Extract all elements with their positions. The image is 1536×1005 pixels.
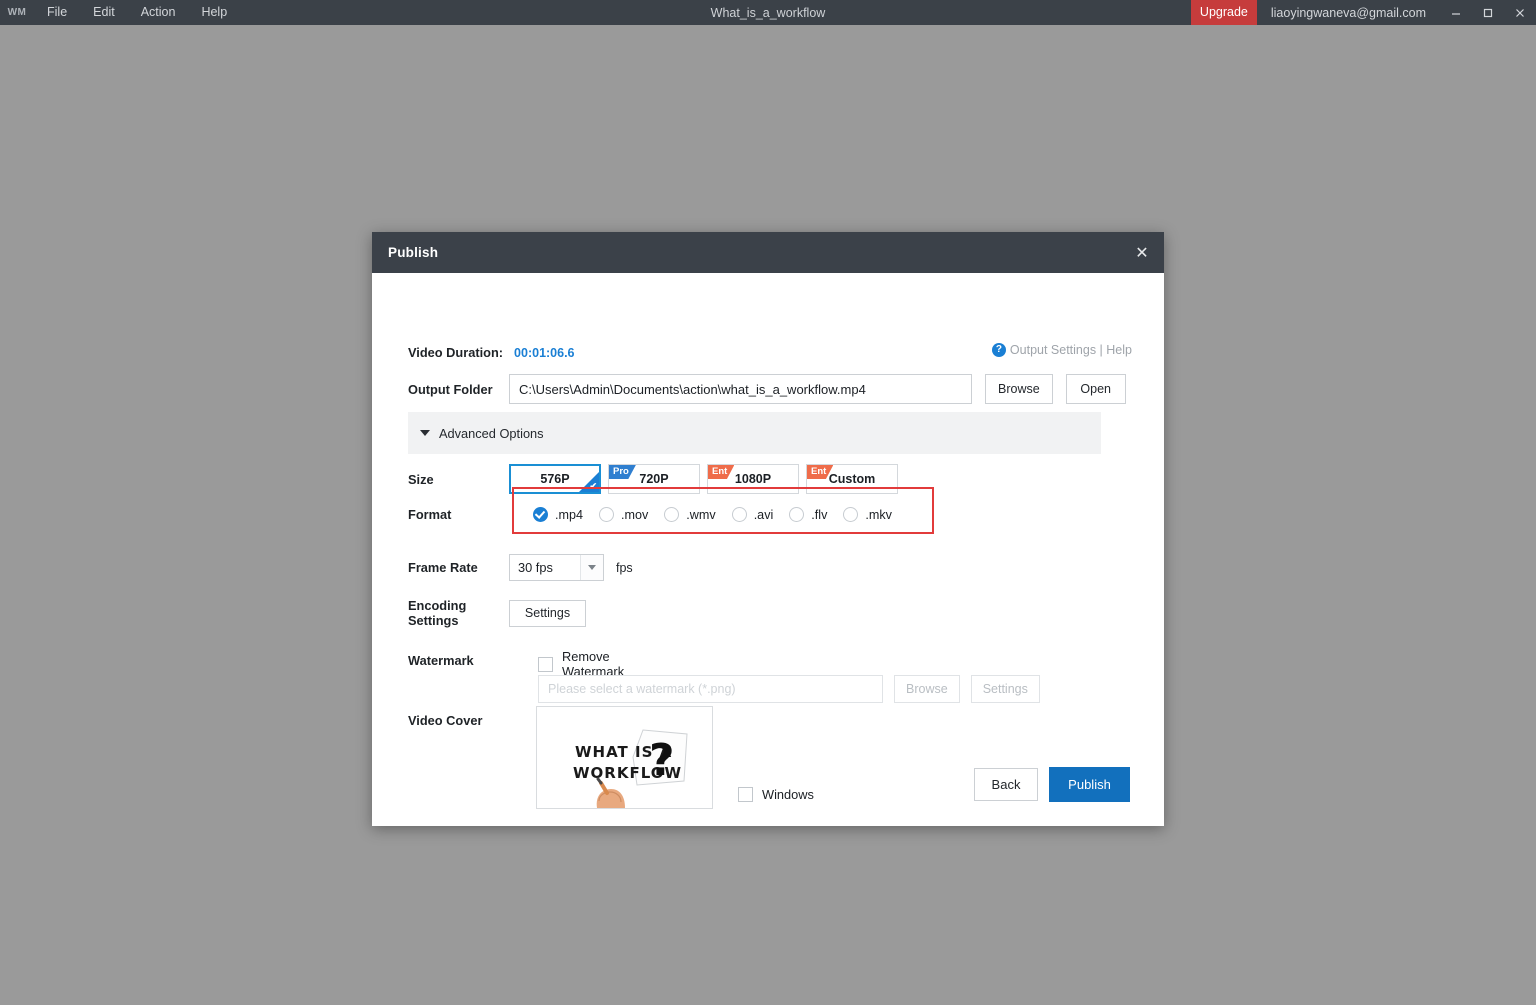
frame-rate-select[interactable]: 30 fps [509,554,604,581]
minimize-icon[interactable] [1440,0,1472,25]
publish-dialog-header: Publish ✕ [372,232,1164,273]
size-label: Size [408,471,434,487]
output-folder-row: Output Folder Browse Open [408,374,1132,404]
format-option-wmv-label: .wmv [686,507,716,522]
watermark-label: Watermark [408,653,474,668]
format-option-mkv-label: .mkv [865,507,892,522]
format-option-flv[interactable]: .flv [789,507,827,522]
video-duration-row: Video Duration: 00:01:06.6 [408,345,575,360]
publish-button[interactable]: Publish [1049,767,1130,802]
help-question-icon: ? [991,343,1006,357]
watermark-file-line: Browse Settings [538,675,1040,703]
frame-rate-label: Frame Rate [408,560,478,575]
format-row: Format .mp4 .mov .wmv .avi .flv .mkv [408,487,934,534]
radio-icon [789,507,805,522]
video-cover-label: Video Cover [408,713,483,728]
size-option-custom[interactable]: Ent Custom [806,464,898,494]
titlebar-right-group: Upgrade liaoyingwaneva@gmail.com [1190,0,1536,25]
dialog-close-icon[interactable]: ✕ [1128,239,1156,267]
video-duration-label: Video Duration: [408,345,504,360]
dialog-footer: Back Publish [974,767,1130,802]
app-title-bar: WM File Edit Action Help What_is_a_workf… [0,0,1536,25]
pro-badge: Pro [609,465,636,479]
publish-dialog-title: Publish [388,245,439,260]
app-logo: WM [7,7,27,18]
output-settings-help-link[interactable]: ? Output Settings | Help [991,343,1132,357]
format-option-avi-label: .avi [753,507,774,522]
windows-option-checkbox[interactable]: Windows [738,787,814,802]
size-options-group: 576P ✔ Pro 720P Ent 1080P Ent Custom [509,464,905,494]
frame-rate-value: 30 fps [518,560,553,575]
output-folder-input[interactable] [509,374,972,404]
advanced-options-header[interactable]: Advanced Options [408,412,1101,454]
account-email[interactable]: liaoyingwaneva@gmail.com [1271,6,1426,20]
encoding-settings-label: Encoding Settings [408,598,467,628]
frame-rate-row: Frame Rate 30 fps fps [408,554,633,581]
ent-badge: Ent [708,465,735,479]
svg-text:?: ? [649,735,675,786]
frame-rate-suffix: fps [616,560,633,575]
advanced-options-label: Advanced Options [439,425,544,441]
watermark-browse-button[interactable]: Browse [894,675,960,703]
format-option-wmv[interactable]: .wmv [664,507,716,522]
format-option-flv-label: .flv [811,507,828,522]
open-output-button[interactable]: Open [1065,374,1126,404]
radio-icon [664,507,680,522]
menu-help[interactable]: Help [188,0,240,25]
upgrade-button[interactable]: Upgrade [1190,0,1257,25]
format-option-mp4-label: .mp4 [555,507,583,522]
output-folder-label: Output Folder [408,381,493,397]
size-option-720p[interactable]: Pro 720P [608,464,700,494]
checkbox-icon [538,656,553,672]
format-option-mov-label: .mov [621,507,649,522]
windows-option-label: Windows [762,787,814,802]
size-option-576p[interactable]: 576P ✔ [509,464,601,494]
size-option-1080p-label: 1080P [734,472,772,486]
radio-icon [843,507,859,522]
caret-down-icon [420,430,430,436]
checkbox-icon [738,787,753,802]
format-option-mp4[interactable]: .mp4 [533,507,583,522]
format-options-group: .mp4 .mov .wmv .avi .flv .mkv [509,507,908,522]
back-button[interactable]: Back [974,768,1038,801]
radio-icon [731,507,747,522]
chevron-down-icon[interactable] [580,555,603,580]
format-label: Format [408,507,452,522]
format-option-mov[interactable]: .mov [599,507,648,522]
format-option-avi[interactable]: .avi [731,507,774,522]
output-settings-help-label: Output Settings | Help [1009,343,1132,357]
menu-action[interactable]: Action [128,0,189,25]
video-cover-image: WHAT IS A WORKFLOW ? [537,707,712,808]
video-cover-thumbnail[interactable]: WHAT IS A WORKFLOW ? [536,706,713,809]
size-row: Size 576P ✔ Pro 720P Ent 1080P Ent Custo… [408,464,905,494]
radio-icon [599,507,614,522]
encoding-settings-row: Encoding Settings Settings [408,598,586,628]
watermark-settings-button[interactable]: Settings [970,675,1040,703]
format-option-mkv[interactable]: .mkv [843,507,892,522]
size-option-576p-label: 576P [540,472,570,486]
editor-workspace: Publish ✕ Video Duration: 00:01:06.6 ? O… [0,25,1536,1005]
close-icon[interactable] [1504,0,1536,25]
publish-dialog-body: Video Duration: 00:01:06.6 ? Output Sett… [372,273,1164,826]
publish-dialog: Publish ✕ Video Duration: 00:01:06.6 ? O… [372,232,1164,826]
radio-selected-icon [533,507,548,522]
size-option-custom-label: Custom [828,472,876,486]
size-option-1080p[interactable]: Ent 1080P [707,464,799,494]
maximize-icon[interactable] [1472,0,1504,25]
menu-file[interactable]: File [34,0,80,25]
browse-output-button[interactable]: Browse [985,374,1053,404]
check-icon: ✔ [589,481,597,491]
encoding-settings-button[interactable]: Settings [509,599,586,627]
menu-edit[interactable]: Edit [80,0,128,25]
video-duration-value: 00:01:06.6 [514,346,575,360]
watermark-path-input[interactable] [538,675,883,703]
size-option-720p-label: 720P [639,472,669,486]
